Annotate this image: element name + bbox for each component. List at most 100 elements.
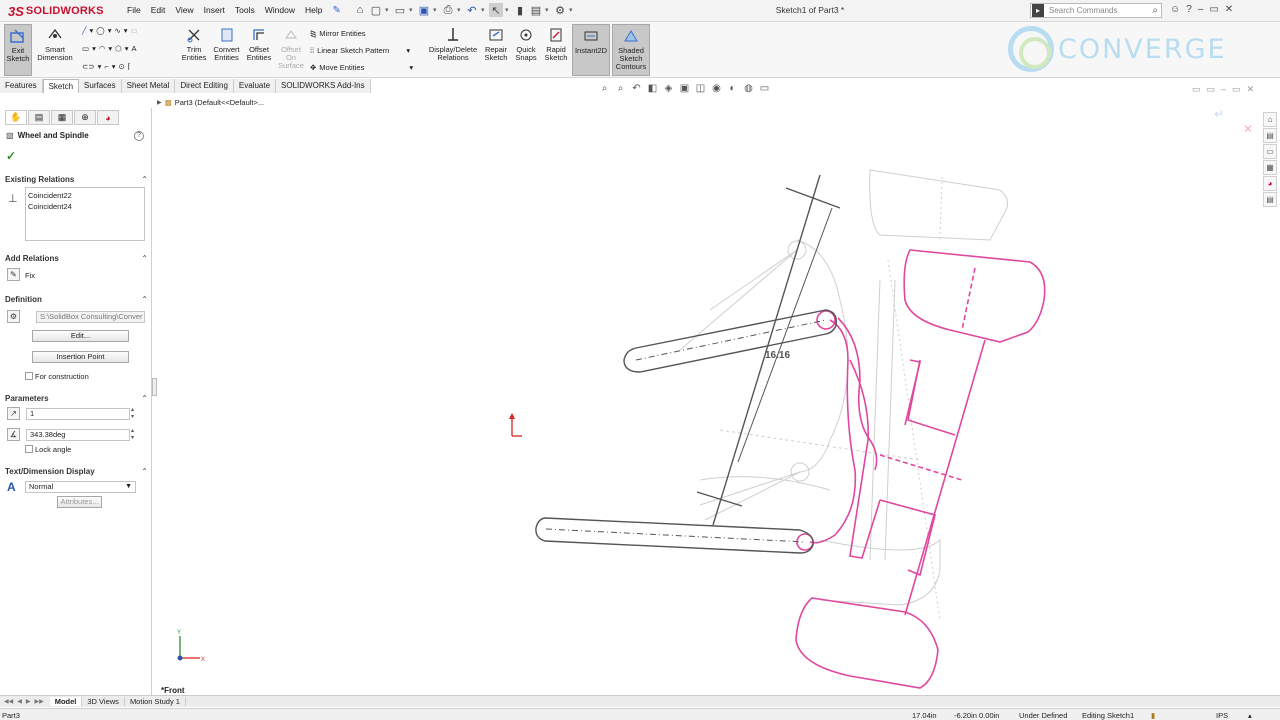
menu-help[interactable]: Help — [300, 4, 327, 17]
undo-icon[interactable]: ↶ — [465, 3, 479, 17]
file-explorer-icon[interactable]: ▭ — [1263, 144, 1277, 159]
search-input[interactable]: Search Commands — [1049, 6, 1152, 15]
collapse-caret-icon[interactable]: ⌃ — [141, 467, 148, 476]
property-manager-tab-icon[interactable]: ✋ — [5, 110, 27, 125]
restore-icon[interactable]: ▭ — [1232, 84, 1241, 95]
dimxpert-tab-icon[interactable]: ⊕ — [74, 110, 96, 125]
text-icon[interactable]: A — [132, 44, 137, 53]
mirror-entities-button[interactable]: ⧎ Mirror Entities — [310, 29, 366, 38]
attributes-button[interactable]: Attributes... — [57, 496, 102, 508]
close-icon[interactable]: ✕ — [1247, 84, 1255, 95]
dynamic-annotation-icon[interactable]: ◈ — [662, 82, 675, 95]
relation-item[interactable]: Coincident24 — [28, 201, 142, 212]
nav-last-icon[interactable]: ▶▶ — [34, 698, 43, 705]
rectangle-icon[interactable]: ▭ — [82, 44, 89, 53]
chevron-down-icon[interactable]: ▾ — [545, 6, 551, 14]
repair-sketch-button[interactable]: Repair Sketch — [482, 24, 510, 76]
confirmation-corner-icon[interactable]: ↵ — [1214, 107, 1224, 121]
tab-add-ins[interactable]: SOLIDWORKS Add-Ins — [276, 79, 371, 93]
ok-checkmark-icon[interactable]: ✓ — [6, 149, 16, 163]
minimize-icon[interactable]: – — [1198, 4, 1204, 15]
quick-snaps-button[interactable]: Quick Snaps — [512, 24, 540, 76]
chevron-down-icon[interactable]: ▾ — [112, 62, 116, 71]
menu-view[interactable]: View — [170, 4, 198, 17]
scale-spinner[interactable]: ▴ ▾ — [131, 407, 134, 421]
print-icon[interactable]: ⎙ — [441, 3, 455, 17]
plane-icon[interactable]: ▭ — [131, 26, 138, 35]
instant2d-button[interactable]: Instant2D — [572, 24, 610, 76]
chevron-down-icon[interactable]: ▾ — [90, 26, 94, 35]
trim-entities-button[interactable]: Trim Entities — [180, 24, 208, 76]
move-entities-button[interactable]: ✥ Move Entities ▾ — [310, 63, 413, 72]
home-icon[interactable]: ⌂ — [353, 3, 367, 17]
display-style-icon[interactable]: ◫ — [694, 82, 707, 95]
previous-view-icon[interactable]: ↶ — [630, 82, 643, 95]
collapse-caret-icon[interactable]: ⌃ — [141, 254, 148, 263]
menu-file[interactable]: File — [122, 4, 146, 17]
traffic-light-icon[interactable]: ▮ — [513, 3, 527, 17]
smart-dimension-button[interactable]: Smart Dimension — [35, 24, 75, 76]
arc-icon[interactable]: ◠ — [99, 44, 106, 53]
spline-icon[interactable]: ∿ — [114, 26, 120, 35]
apply-scene-icon[interactable]: ◍ — [742, 82, 755, 95]
chevron-up-icon[interactable]: ▴ — [1248, 711, 1252, 720]
zoom-to-area-icon[interactable]: ⌕ — [614, 82, 627, 95]
tab-model[interactable]: Model — [49, 697, 83, 706]
nav-next-icon[interactable]: ▶ — [26, 698, 31, 705]
chevron-down-icon[interactable]: ▾ — [98, 62, 102, 71]
collapse-caret-icon[interactable]: ⌃ — [141, 295, 148, 304]
slot-icon[interactable]: ⊂⊃ — [82, 62, 95, 71]
nav-first-icon[interactable]: ◀◀ — [4, 698, 13, 705]
chevron-down-icon[interactable]: ▾ — [433, 6, 439, 14]
cancel-sketch-icon[interactable]: ✕ — [1243, 122, 1253, 136]
search-icon[interactable]: ⌕ — [1152, 5, 1158, 16]
home-icon[interactable]: ⌂ — [1263, 112, 1277, 127]
chevron-down-icon[interactable]: ▾ — [108, 44, 112, 53]
chevron-down-icon[interactable]: ▾ — [125, 44, 129, 53]
scale-input[interactable]: 1 — [26, 408, 130, 420]
chevron-down-icon[interactable]: ▾ — [457, 6, 463, 14]
restore-icon[interactable]: ▭ — [1207, 84, 1216, 95]
angle-input[interactable]: 343.38deg — [26, 429, 130, 441]
rebuild-icon[interactable]: ▮ — [1151, 711, 1155, 720]
search-commands-box[interactable]: ▸ Search Commands ⌕ — [1030, 3, 1162, 18]
search-mode-icon[interactable]: ▸ — [1032, 4, 1044, 17]
zoom-to-fit-icon[interactable]: ⌕ — [598, 82, 611, 95]
angle-spinner[interactable]: ▴ ▾ — [131, 428, 134, 442]
file-properties-icon[interactable]: ▤ — [529, 3, 543, 17]
user-icon[interactable]: ☺ — [1170, 4, 1180, 15]
polygon-icon[interactable]: ⬡ — [115, 44, 122, 53]
add-relations-section[interactable]: Add Relations ⌃ — [5, 254, 148, 263]
chevron-down-icon[interactable]: ▾ — [481, 6, 487, 14]
status-units[interactable]: IPS — [1216, 711, 1228, 720]
pin-icon[interactable]: ✎ — [327, 4, 345, 17]
tab-sheet-metal[interactable]: Sheet Metal — [121, 79, 176, 93]
existing-relations-list[interactable]: Coincident22 Coincident24 — [25, 187, 145, 241]
tab-surfaces[interactable]: Surfaces — [79, 79, 122, 93]
shaded-sketch-contours-button[interactable]: Shaded Sketch Contours — [612, 24, 650, 76]
configuration-manager-tab-icon[interactable]: ▦ — [51, 110, 73, 125]
hide-show-items-icon[interactable]: ◉ — [710, 82, 723, 95]
offset-entities-button[interactable]: Offset Entities — [244, 24, 274, 76]
dimension-value-label[interactable]: 16.16 — [765, 350, 790, 361]
tab-motion-study[interactable]: Motion Study 1 — [125, 697, 186, 706]
custom-properties-icon[interactable]: ▤ — [1263, 192, 1277, 207]
chevron-down-icon[interactable]: ▾ — [385, 6, 391, 14]
fillet-icon[interactable]: ⌐ — [104, 62, 108, 71]
chevron-down-icon[interactable]: ▾ — [505, 6, 511, 14]
design-library-icon[interactable]: ▤ — [1263, 128, 1277, 143]
appearances-icon[interactable]: ◕ — [1263, 176, 1277, 191]
exit-sketch-button[interactable]: Exit Sketch — [4, 24, 32, 76]
parameters-section[interactable]: Parameters ⌃ — [5, 394, 148, 403]
view-palette-icon[interactable]: ▦ — [1263, 160, 1277, 175]
convert-entities-button[interactable]: Convert Entities — [211, 24, 242, 76]
lock-angle-checkbox[interactable] — [25, 445, 33, 453]
new-document-icon[interactable]: ▢ — [369, 3, 383, 17]
restore-icon[interactable]: ▭ — [1209, 4, 1218, 15]
help-icon[interactable]: ? — [134, 131, 144, 141]
view-orientation-icon[interactable]: ▣ — [678, 82, 691, 95]
tab-3d-views[interactable]: 3D Views — [82, 697, 125, 706]
point-icon[interactable]: ⊙ — [119, 62, 125, 71]
menu-edit[interactable]: Edit — [146, 4, 171, 17]
graphics-area[interactable]: 16.16 Y X *Front — [154, 95, 1280, 695]
